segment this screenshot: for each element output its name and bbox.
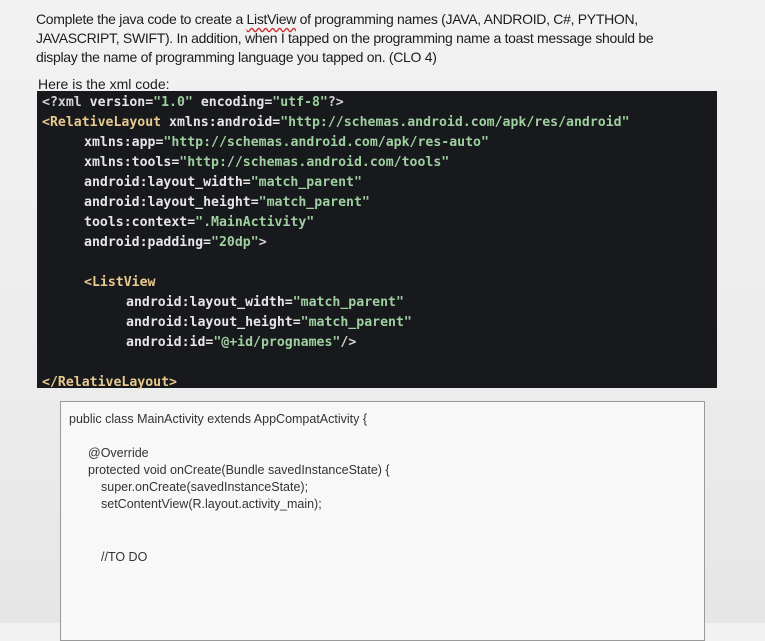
xml-token: android:padding= xyxy=(84,235,212,250)
xml-code-line: </RelativeLayout> xyxy=(42,374,177,392)
question-fragment: display the name of programming language… xyxy=(36,49,437,65)
xml-token: tools:context= xyxy=(84,215,196,230)
question-fragment: Complete the java code to create a xyxy=(36,11,247,27)
xml-token: android:layout_height= xyxy=(126,315,301,330)
xml-token: xmlns:android= xyxy=(169,115,281,130)
xml-token: xmlns:tools= xyxy=(84,155,180,170)
xml-code-line: <ListView xyxy=(84,274,155,292)
xml-token: <RelativeLayout xyxy=(42,115,170,130)
java-oncreate-line: protected void onCreate(Bundle savedInst… xyxy=(88,463,390,477)
xml-code-line: xmlns:tools="http://schemas.android.com/… xyxy=(84,154,449,172)
xml-token: android:layout_width= xyxy=(84,175,251,190)
xml-token: ?> xyxy=(327,95,344,110)
question-text: Complete the java code to create a ListV… xyxy=(36,10,726,67)
xml-code-line: android:id="@+id/prognames"/> xyxy=(126,334,356,352)
xml-token: "match_parent" xyxy=(258,195,370,210)
xml-code-line: android:padding="20dp"> xyxy=(84,234,267,252)
java-todo-line: //TO DO xyxy=(101,550,148,564)
xml-token: <ListView xyxy=(84,275,156,290)
question-fragment: of programming names (JAVA, ANDROID, C#,… xyxy=(296,11,639,27)
java-setcontent-line: setContentView(R.layout.activity_main); xyxy=(101,497,322,511)
xml-token: <?xml xyxy=(42,95,90,110)
xml-token: /> xyxy=(340,335,357,350)
xml-code-line: android:layout_height="match_parent" xyxy=(126,314,412,332)
java-class-line: public class MainActivity extends AppCom… xyxy=(69,412,368,426)
xml-label: Here is the xml code: xyxy=(38,76,170,92)
xml-token: "@+id/prognames" xyxy=(213,335,341,350)
xml-token: ".MainActivity" xyxy=(195,215,315,230)
xml-code-line: tools:context=".MainActivity" xyxy=(84,214,314,232)
xml-token: android:layout_height= xyxy=(84,195,259,210)
xml-token: android:id= xyxy=(126,335,214,350)
xml-token: "match_parent" xyxy=(250,175,362,190)
xml-code-line: <RelativeLayout xmlns:android="http://sc… xyxy=(42,114,630,132)
xml-token: "http://schemas.android.com/apk/res-auto… xyxy=(163,135,489,150)
xml-token: "utf-8" xyxy=(272,95,328,110)
xml-token: "20dp" xyxy=(211,235,259,250)
question-line: display the name of programming language… xyxy=(36,48,726,67)
xml-token: </RelativeLayout> xyxy=(42,375,177,390)
xml-token: version= xyxy=(89,95,154,110)
xml-token: android:layout_width= xyxy=(126,295,293,310)
java-code-block: public class MainActivity extends AppCom… xyxy=(60,401,705,641)
xml-code-line: <?xml version="1.0" encoding="utf-8"?> xyxy=(42,94,344,112)
xml-code-line: android:layout_height="match_parent" xyxy=(84,194,370,212)
xml-code-block: <?xml version="1.0" encoding="utf-8"?> <R… xyxy=(37,91,717,390)
xml-code-line: xmlns:app="http://schemas.android.com/ap… xyxy=(84,134,489,152)
xml-token: > xyxy=(258,235,267,250)
xml-token: "1.0" xyxy=(153,95,193,110)
xml-token: encoding= xyxy=(192,95,273,110)
java-override-line: @Override xyxy=(88,446,149,460)
question-line: Complete the java code to create a ListV… xyxy=(36,10,726,29)
xml-token: "match_parent" xyxy=(300,315,412,330)
question-line: JAVASCRIPT, SWIFT). In addition, when I … xyxy=(36,29,726,48)
xml-code-line: android:layout_width="match_parent" xyxy=(84,174,362,192)
xml-token: "match_parent" xyxy=(292,295,404,310)
xml-code-line: android:layout_width="match_parent" xyxy=(126,294,404,312)
question-fragment: ListView xyxy=(246,11,297,27)
xml-token: "http://schemas.android.com/tools" xyxy=(179,155,450,170)
xml-token: xmlns:app= xyxy=(84,135,164,150)
question-fragment: JAVASCRIPT, SWIFT). In addition, when I … xyxy=(36,30,654,46)
java-super-line: super.onCreate(savedInstanceState); xyxy=(101,480,309,494)
xml-token: "http://schemas.android.com/apk/res/andr… xyxy=(280,115,630,130)
